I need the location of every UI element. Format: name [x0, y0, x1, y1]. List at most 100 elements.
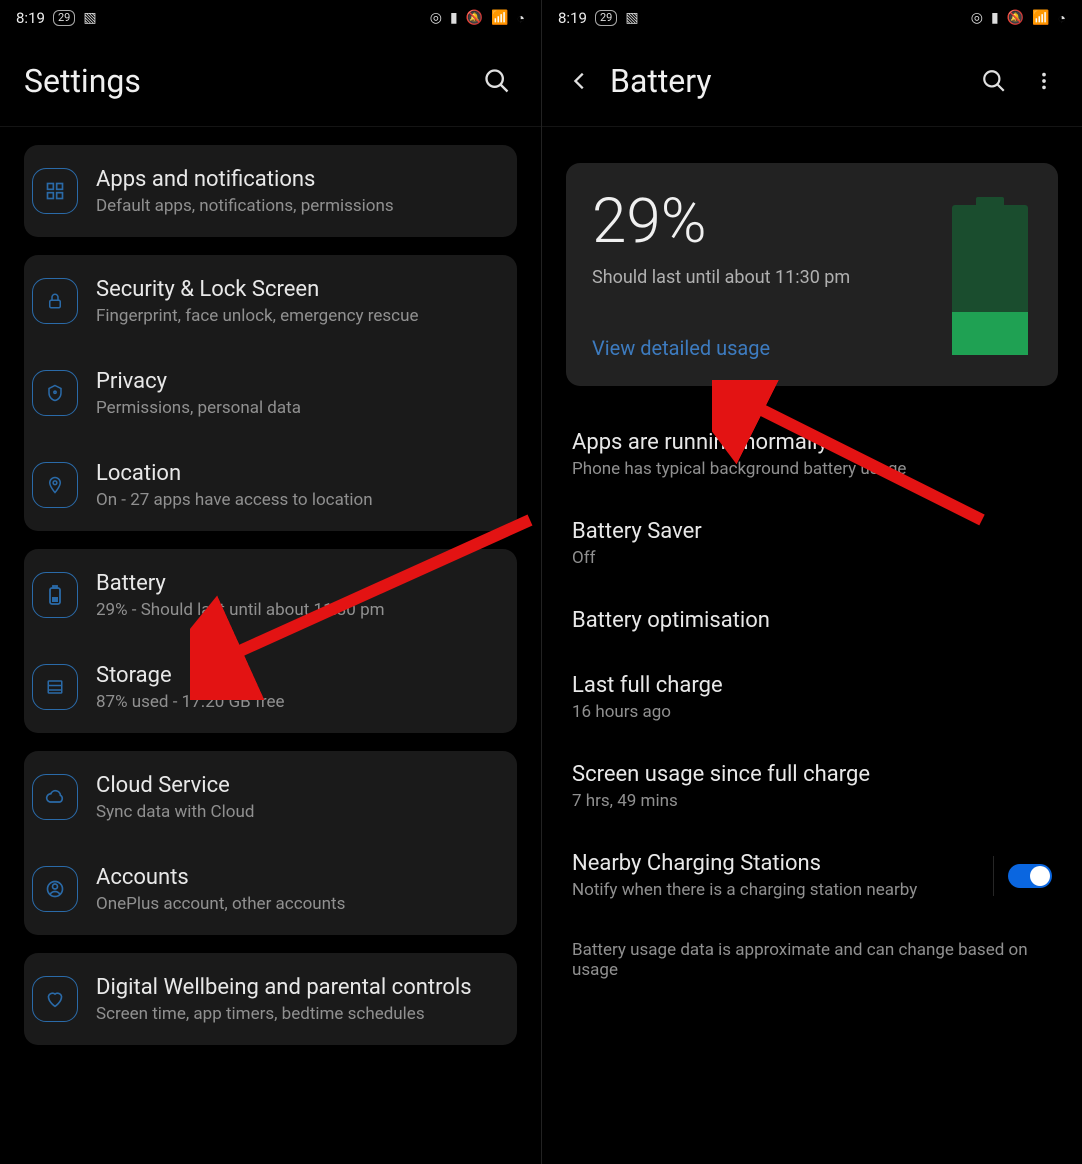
status-battery-badge: 29 [53, 10, 75, 26]
battery-footnote: Battery usage data is approximate and ca… [572, 920, 1052, 980]
pref-title: Battery optimisation [572, 608, 1052, 633]
pref-battery-saver[interactable]: Battery Saver Off [572, 499, 1052, 588]
silent-icon: 🔕 [466, 10, 483, 26]
row-title: Cloud Service [96, 773, 254, 798]
search-button[interactable] [974, 61, 1014, 101]
row-subtitle: Fingerprint, face unlock, emergency resc… [96, 306, 418, 326]
loading-icon: ◔ [1058, 10, 1066, 27]
row-title: Apps and notifications [96, 167, 394, 192]
screen-battery: 8:19 29 ▧ ◎ ▮ 🔕 📶 ◔ Battery 29% Should l… [541, 0, 1082, 1164]
pref-subtitle: 7 hrs, 49 mins [572, 791, 1052, 811]
row-subtitle: Sync data with Cloud [96, 802, 254, 822]
settings-scroll[interactable]: Apps and notifications Default apps, not… [0, 145, 541, 1045]
search-icon [483, 67, 511, 95]
pref-subtitle: Phone has typical background battery usa… [572, 459, 1052, 479]
row-subtitle: Permissions, personal data [96, 398, 301, 418]
row-storage[interactable]: Storage 87% used - 17.20 GB free [24, 641, 517, 733]
page-title: Battery [610, 62, 958, 100]
signal-4g-icon: 📶 [1032, 10, 1049, 26]
chevron-left-icon [569, 70, 591, 92]
row-title: Location [96, 461, 373, 486]
row-subtitle: 29% - Should last until about 11:30 pm [96, 600, 385, 620]
screen-settings: 8:19 29 ▧ ◎ ▮ 🔕 📶 ◔ Settings Apps and no… [0, 0, 541, 1164]
pref-title: Screen usage since full charge [572, 762, 1052, 787]
loading-icon: ◔ [517, 10, 525, 27]
status-bar: 8:19 29 ▧ ◎ ▮ 🔕 📶 ◔ [542, 0, 1082, 36]
row-security-lock[interactable]: Security & Lock Screen Fingerprint, face… [24, 255, 517, 347]
hotspot-icon: ◎ [430, 10, 442, 26]
battery-graphic-icon [952, 205, 1028, 355]
page-title: Settings [24, 62, 461, 100]
overflow-menu-button[interactable] [1030, 61, 1058, 101]
heart-icon [32, 976, 78, 1022]
account-icon [32, 866, 78, 912]
row-subtitle: Screen time, app timers, bedtime schedul… [96, 1004, 472, 1024]
group-wellbeing: Digital Wellbeing and parental controls … [24, 953, 517, 1045]
pref-title: Battery Saver [572, 519, 1052, 544]
pref-battery-optimisation[interactable]: Battery optimisation [572, 588, 1052, 653]
row-title: Privacy [96, 369, 301, 394]
status-time: 8:19 [558, 9, 587, 27]
image-icon: ▧ [83, 10, 96, 26]
row-subtitle: On - 27 apps have access to location [96, 490, 373, 510]
shield-icon [32, 370, 78, 416]
battery-icon [32, 572, 78, 618]
pref-last-full-charge: Last full charge 16 hours ago [572, 653, 1052, 742]
battery-prefs: Apps are running normally Phone has typi… [542, 386, 1082, 980]
row-digital-wellbeing[interactable]: Digital Wellbeing and parental controls … [24, 953, 517, 1045]
storage-icon [32, 664, 78, 710]
divider [0, 126, 541, 127]
apps-icon [32, 168, 78, 214]
lock-icon [32, 278, 78, 324]
group-accounts: Cloud Service Sync data with Cloud Accou… [24, 751, 517, 935]
row-title: Battery [96, 571, 385, 596]
row-subtitle: OnePlus account, other accounts [96, 894, 345, 914]
location-icon [32, 462, 78, 508]
row-title: Security & Lock Screen [96, 277, 418, 302]
row-title: Storage [96, 663, 285, 688]
row-battery[interactable]: Battery 29% - Should last until about 11… [24, 549, 517, 641]
battery-fill [952, 312, 1028, 356]
group-device: Battery 29% - Should last until about 11… [24, 549, 517, 733]
status-battery-badge: 29 [595, 10, 617, 26]
group-apps: Apps and notifications Default apps, not… [24, 145, 517, 237]
search-icon [981, 68, 1007, 94]
search-button[interactable] [477, 61, 517, 101]
app-bar-battery: Battery [542, 36, 1082, 126]
back-button[interactable] [566, 61, 594, 101]
more-vert-icon [1033, 70, 1055, 92]
pref-subtitle: Off [572, 548, 1052, 568]
divider [993, 856, 994, 896]
row-location[interactable]: Location On - 27 apps have access to loc… [24, 439, 517, 531]
pref-title: Apps are running normally [572, 430, 1052, 455]
cloud-icon [32, 774, 78, 820]
pref-subtitle: Notify when there is a charging station … [572, 880, 979, 900]
pref-screen-usage: Screen usage since full charge 7 hrs, 49… [572, 742, 1052, 831]
status-bar: 8:19 29 ▧ ◎ ▮ 🔕 📶 ◔ [0, 0, 541, 36]
app-bar-settings: Settings [0, 36, 541, 126]
status-time: 8:19 [16, 9, 45, 27]
hotspot-icon: ◎ [971, 10, 983, 26]
row-privacy[interactable]: Privacy Permissions, personal data [24, 347, 517, 439]
volte-icon: ▮ [450, 10, 458, 26]
pref-title: Nearby Charging Stations [572, 851, 979, 876]
row-title: Accounts [96, 865, 345, 890]
row-subtitle: Default apps, notifications, permissions [96, 196, 394, 216]
group-security: Security & Lock Screen Fingerprint, face… [24, 255, 517, 531]
row-cloud-service[interactable]: Cloud Service Sync data with Cloud [24, 751, 517, 843]
row-accounts[interactable]: Accounts OnePlus account, other accounts [24, 843, 517, 935]
divider [542, 126, 1082, 127]
signal-4g-icon: 📶 [491, 10, 508, 26]
nearby-charging-toggle[interactable] [1008, 864, 1052, 888]
battery-summary-card: 29% Should last until about 11:30 pm Vie… [566, 163, 1058, 386]
row-title: Digital Wellbeing and parental controls [96, 975, 472, 1000]
pref-nearby-charging[interactable]: Nearby Charging Stations Notify when the… [572, 831, 1052, 920]
view-detailed-usage-link[interactable]: View detailed usage [592, 336, 770, 360]
image-icon: ▧ [625, 10, 638, 26]
silent-icon: 🔕 [1007, 10, 1024, 26]
pref-subtitle: 16 hours ago [572, 702, 1052, 722]
pref-title: Last full charge [572, 673, 1052, 698]
pref-apps-running[interactable]: Apps are running normally Phone has typi… [572, 386, 1052, 499]
row-apps-notifications[interactable]: Apps and notifications Default apps, not… [24, 145, 517, 237]
row-subtitle: 87% used - 17.20 GB free [96, 692, 285, 712]
